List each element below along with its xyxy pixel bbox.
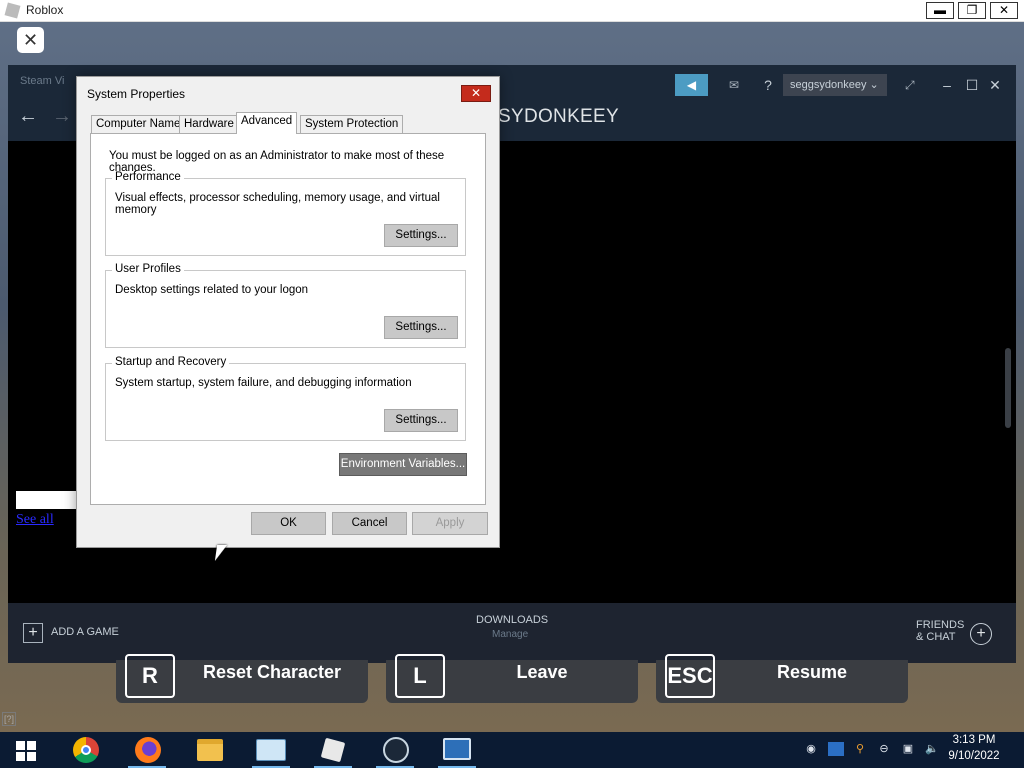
advanced-tab-panel: You must be logged on as an Administrato… [90,133,486,505]
steam-close-button[interactable]: ✕ [987,74,1003,96]
taskbar-remote-desktop[interactable] [432,732,482,768]
remote-desktop-icon [443,738,471,760]
tray-steam-icon[interactable]: ◉ [803,741,819,757]
performance-title: Performance [112,171,184,183]
restore-button[interactable]: ❐ [958,2,986,19]
resume-label: Resume [776,662,848,682]
dialog-close-button[interactable]: ✕ [461,85,491,102]
windows-logo-icon [16,741,36,761]
leave-label: Leave [516,662,568,682]
clock-date[interactable]: 9/10/2022 [946,750,1002,762]
user-profiles-title: User Profiles [112,263,184,275]
startup-recovery-settings-button[interactable]: Settings... [384,409,458,432]
friends-label-line1: FRIENDS [916,619,965,631]
tray-network-icon[interactable]: ▣ [900,741,916,757]
reset-character-button[interactable]: R Reset Character [116,654,368,703]
system-properties-dialog: System Properties ✕ Computer Name Hardwa… [76,76,500,548]
tray-clapper-icon[interactable] [828,742,844,756]
taskbar-firefox[interactable] [122,732,172,768]
downloads-button[interactable]: DOWNLOADS [476,614,548,626]
help-icon[interactable]: ? [760,74,776,96]
startup-recovery-title: Startup and Recovery [112,356,230,368]
startup-recovery-description: System startup, system failure, and debu… [115,377,412,389]
performance-monitor-icon [256,739,286,761]
performance-description: Visual effects, processor scheduling, me… [115,192,440,216]
firefox-icon [135,737,161,763]
start-button[interactable] [0,732,50,768]
user-profiles-group: User Profiles Desktop settings related t… [105,263,466,348]
back-arrow-icon[interactable]: ← [18,105,38,128]
leave-button[interactable]: L Leave [386,654,638,703]
taskbar-file-explorer[interactable] [184,732,234,768]
roblox-icon [320,737,346,763]
steam-menu[interactable]: Steam Vi [20,75,64,87]
performance-settings-button[interactable]: Settings... [384,224,458,247]
apply-button[interactable]: Apply [412,512,488,535]
add-friend-icon[interactable]: + [970,623,992,645]
user-profiles-settings-button[interactable]: Settings... [384,316,458,339]
reset-key-hint: R [125,654,175,698]
startup-recovery-group: Startup and Recovery System startup, sys… [105,356,466,441]
tab-computer-name[interactable]: Computer Name [91,115,186,133]
resume-key-hint: ESC [665,654,715,698]
tray-status-icon[interactable]: ⊖ [876,741,892,757]
tab-advanced[interactable]: Advanced [236,112,298,134]
user-profiles-description: Desktop settings related to your logon [115,284,309,296]
roblox-logo-icon [4,2,21,19]
big-picture-icon[interactable]: ⤢ [905,74,925,96]
roblox-menu-close-button[interactable]: ✕ [17,27,44,53]
taskbar-steam[interactable] [370,732,420,768]
tray-volume-icon[interactable]: 🔈 [924,741,940,757]
clock-time[interactable]: 3:13 PM [949,734,999,746]
downloads-manage-label: Manage [492,629,529,640]
environment-variables-button[interactable]: Environment Variables... [339,453,467,476]
ok-button[interactable]: OK [251,512,326,535]
tray-search-icon[interactable]: ⚲ [852,741,868,757]
roblox-help-icon[interactable]: [?] [2,712,16,726]
window-title: Roblox [26,3,64,17]
profile-name: SYDONKEEY [498,106,619,127]
steam-maximize-button[interactable]: ☐ [964,74,980,96]
friends-chat-button[interactable]: FRIENDS & CHAT [916,619,964,643]
tab-system-protection[interactable]: System Protection [300,115,404,133]
roblox-titlebar: Roblox ▬ ❐ ✕ [0,0,1024,22]
performance-group: Performance Visual effects, processor sc… [105,171,466,256]
minimize-button[interactable]: ▬ [926,2,954,19]
add-game-icon[interactable]: + [23,623,43,643]
cancel-button[interactable]: Cancel [332,512,407,535]
steam-icon [383,737,409,763]
leave-key-hint: L [395,654,445,698]
taskbar-chrome[interactable] [60,732,110,768]
see-all-link[interactable]: See all [16,512,54,528]
resume-button[interactable]: ESC Resume [656,654,908,703]
steam-minimize-button[interactable]: – [939,74,955,96]
notifications-icon[interactable]: ✉ [723,74,745,96]
folder-icon [197,739,223,761]
taskbar: ◉ ⚲ ⊖ ▣ 🔈 3:13 PM 9/10/2022 [0,732,1024,768]
taskbar-roblox[interactable] [308,732,358,768]
announcements-icon[interactable]: ◀ [675,74,708,96]
blank-box [16,491,76,509]
scrollbar[interactable] [1005,348,1011,428]
close-button[interactable]: ✕ [990,2,1018,19]
add-game-button[interactable]: ADD A GAME [51,626,119,638]
account-dropdown[interactable]: seggsydonkeey ⌄ [783,74,887,96]
dialog-title: System Properties [87,87,186,101]
taskbar-performance-monitor[interactable] [246,732,296,768]
tab-hardware[interactable]: Hardware [179,115,239,133]
friends-label-line2: & CHAT [916,631,956,643]
forward-arrow-icon[interactable]: → [52,105,72,128]
chrome-icon [73,737,99,763]
reset-character-label: Reset Character [202,662,342,682]
